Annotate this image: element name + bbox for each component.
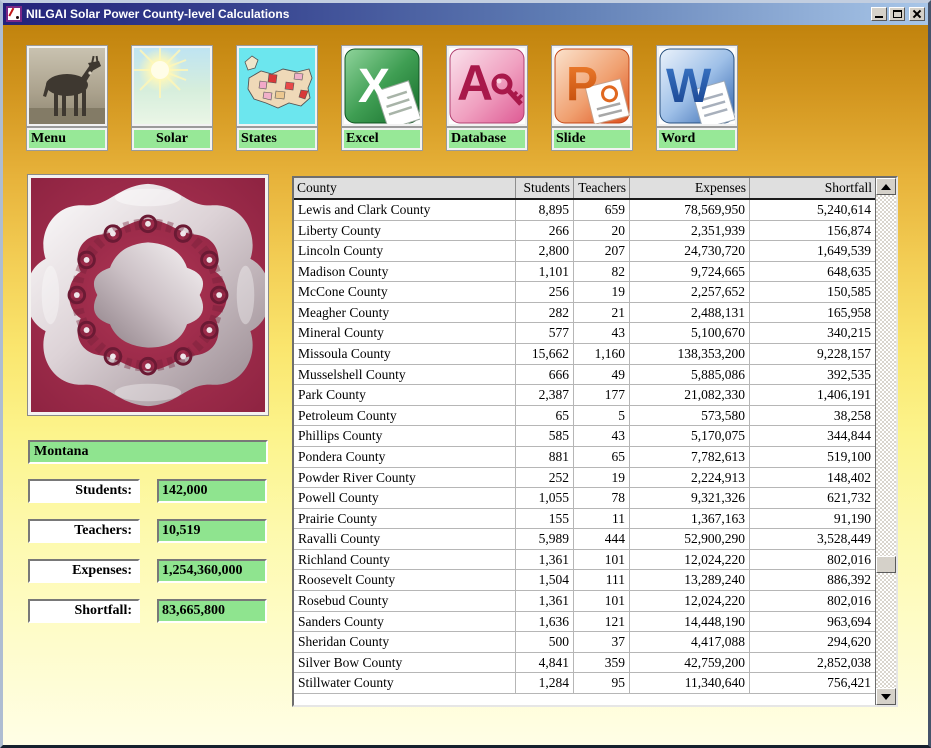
word-button-label: Word (657, 128, 737, 150)
svg-text:X: X (358, 60, 390, 113)
shortfall-label: Shortfall: (28, 599, 140, 623)
county-grid: County Students Teachers Expenses Shortf… (294, 178, 875, 705)
state-name-field[interactable]: Montana (28, 440, 268, 464)
table-row[interactable]: Sanders County 1,636 121 14,448,190 963,… (294, 612, 875, 633)
scrollbar-track[interactable] (876, 195, 896, 688)
slide-button[interactable]: P Slide (552, 46, 632, 150)
table-row[interactable]: Park County 2,387 177 21,082,330 1,406,1… (294, 385, 875, 406)
arrow-down-icon (881, 694, 891, 700)
word-logo-icon: W (657, 46, 737, 126)
table-row[interactable]: Powell County 1,055 78 9,321,326 621,732 (294, 488, 875, 509)
table-row[interactable]: Madison County 1,101 82 9,724,665 648,63… (294, 262, 875, 283)
table-row[interactable]: Liberty County 266 20 2,351,939 156,874 (294, 221, 875, 242)
database-button-label: Database (447, 128, 527, 150)
table-row[interactable]: Powder River County 252 19 2,224,913 148… (294, 468, 875, 489)
solar-button[interactable]: Solar (132, 46, 212, 150)
us-map-icon (237, 46, 317, 126)
close-button[interactable] (909, 7, 925, 21)
column-header-shortfall[interactable]: Shortfall (750, 178, 875, 198)
app-icon-dot (16, 16, 19, 19)
excel-button-label: Excel (342, 128, 422, 150)
maximize-icon (893, 10, 902, 18)
table-row[interactable]: Roosevelt County 1,504 111 13,289,240 88… (294, 570, 875, 591)
students-label: Students: (28, 479, 140, 503)
sun-icon (132, 46, 212, 126)
table-row[interactable]: Sheridan County 500 37 4,417,088 294,620 (294, 632, 875, 653)
column-header-teachers[interactable]: Teachers (574, 178, 630, 198)
slide-button-label: Slide (552, 128, 632, 150)
teachers-label: Teachers: (28, 519, 140, 543)
table-body: Lewis and Clark County 8,895 659 78,569,… (294, 200, 875, 705)
table-row[interactable]: Missoula County 15,662 1,160 138,353,200… (294, 344, 875, 365)
column-header-expenses[interactable]: Expenses (630, 178, 750, 198)
table-row[interactable]: Phillips County 585 43 5,170,075 344,844 (294, 426, 875, 447)
title-bar: NILGAI Solar Power County-level Calculat… (3, 3, 928, 25)
table-header: County Students Teachers Expenses Shortf… (294, 178, 875, 200)
teachers-value-field[interactable]: 10,519 (157, 519, 267, 543)
states-button-label: States (237, 128, 317, 150)
vertical-scrollbar (875, 178, 896, 705)
minimize-button[interactable] (871, 7, 887, 21)
table-row[interactable]: Petroleum County 65 5 573,580 38,258 (294, 406, 875, 427)
shortfall-value-field[interactable]: 83,665,800 (157, 599, 267, 623)
excel-button[interactable]: X Excel (342, 46, 422, 150)
svg-text:P: P (566, 58, 598, 111)
database-button[interactable]: A Database (447, 46, 527, 150)
arrow-up-icon (881, 184, 891, 190)
svg-text:A: A (457, 55, 493, 111)
access-key-logo-icon: A (447, 46, 527, 126)
word-button[interactable]: W Word (657, 46, 737, 150)
expenses-value-field[interactable]: 1,254,360,000 (157, 559, 267, 583)
column-header-students[interactable]: Students (516, 178, 574, 198)
window-controls (871, 7, 925, 21)
county-table: County Students Teachers Expenses Shortf… (292, 176, 898, 707)
table-row[interactable]: Meagher County 282 21 2,488,131 165,958 (294, 303, 875, 324)
table-row[interactable]: Pondera County 881 65 7,782,613 519,100 (294, 447, 875, 468)
maximize-button[interactable] (889, 7, 905, 21)
scrollbar-thumb[interactable] (876, 556, 896, 573)
excel-logo-icon: X (342, 46, 422, 126)
nilgai-photo-icon (27, 46, 107, 126)
scroll-up-button[interactable] (876, 178, 896, 195)
students-value-field[interactable]: 142,000 (157, 479, 267, 503)
table-row[interactable]: McCone County 256 19 2,257,652 150,585 (294, 282, 875, 303)
solar-button-label: Solar (132, 128, 212, 150)
table-row[interactable]: Prairie County 155 11 1,367,163 91,190 (294, 509, 875, 530)
scroll-down-button[interactable] (876, 688, 896, 705)
table-row[interactable]: Musselshell County 666 49 5,885,086 392,… (294, 365, 875, 386)
minimize-icon (875, 16, 883, 18)
app-icon[interactable] (6, 6, 22, 22)
table-row[interactable]: Rosebud County 1,361 101 12,024,220 802,… (294, 591, 875, 612)
table-row[interactable]: Lincoln County 2,800 207 24,730,720 1,64… (294, 241, 875, 262)
menu-button[interactable]: Menu (27, 46, 107, 150)
table-row[interactable]: Ravalli County 5,989 444 52,900,290 3,52… (294, 529, 875, 550)
table-row[interactable]: Stillwater County 1,284 95 11,340,640 75… (294, 673, 875, 694)
expenses-label: Expenses: (28, 559, 140, 583)
window-title: NILGAI Solar Power County-level Calculat… (26, 7, 871, 21)
window-content: Menu (3, 25, 928, 745)
menu-button-label: Menu (27, 128, 107, 150)
app-window: NILGAI Solar Power County-level Calculat… (0, 0, 931, 748)
states-button[interactable]: States (237, 46, 317, 150)
table-row[interactable]: Richland County 1,361 101 12,024,220 802… (294, 550, 875, 571)
powerpoint-logo-icon: P (552, 46, 632, 126)
svg-text:W: W (666, 60, 712, 113)
column-header-county[interactable]: County (294, 178, 516, 198)
table-row[interactable]: Silver Bow County 4,841 359 42,759,200 2… (294, 653, 875, 674)
table-row[interactable]: Mineral County 577 43 5,100,670 340,215 (294, 323, 875, 344)
table-row[interactable]: Lewis and Clark County 8,895 659 78,569,… (294, 200, 875, 221)
fractal-picture (28, 175, 268, 415)
toolbar: Menu (27, 46, 737, 150)
